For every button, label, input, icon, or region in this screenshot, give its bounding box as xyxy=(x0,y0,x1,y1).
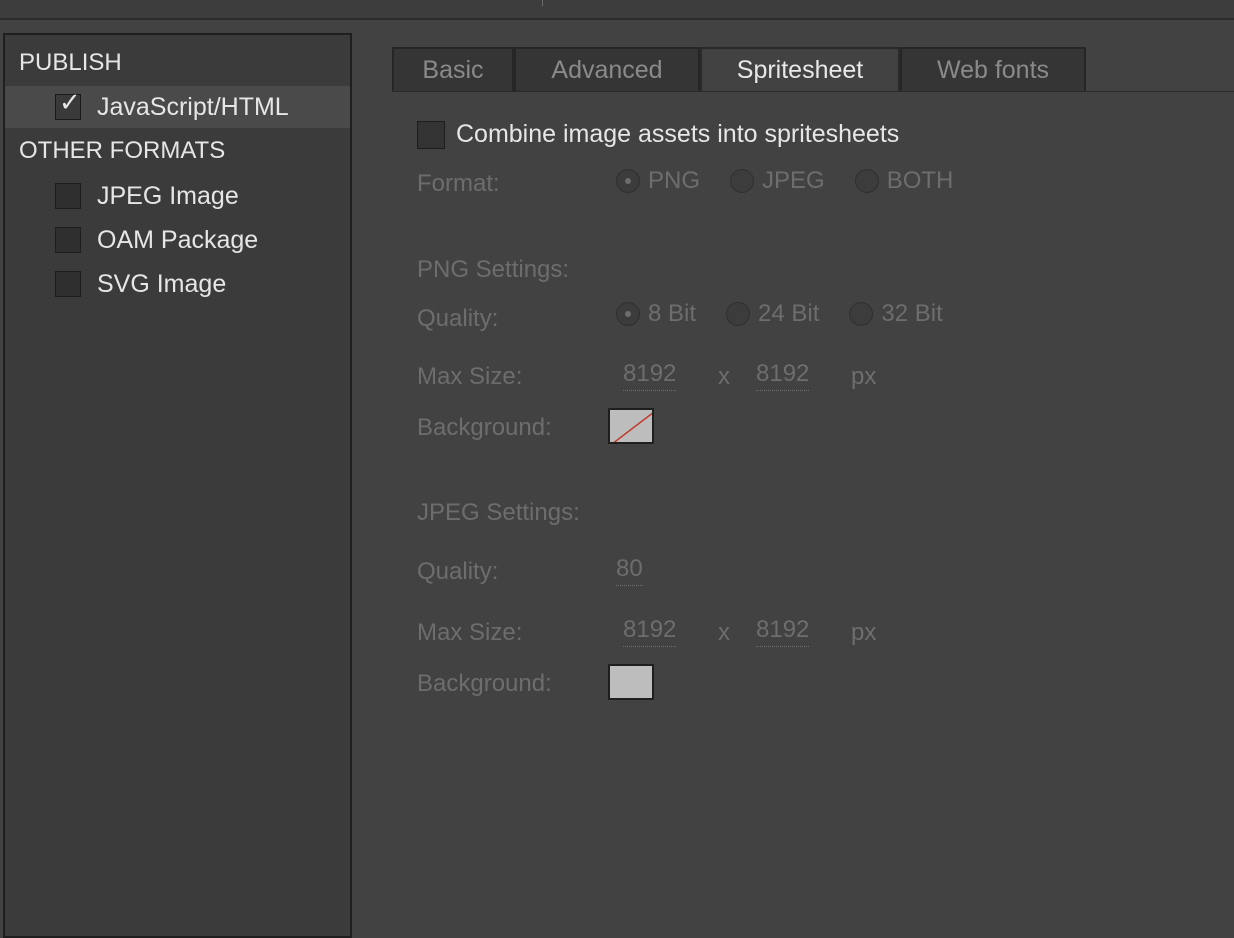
top-bar xyxy=(0,0,1234,20)
radio-button[interactable] xyxy=(616,169,640,193)
sidebar-item-label: OAM Package xyxy=(97,225,259,254)
sidebar-item-oam-package[interactable]: OAM Package xyxy=(55,222,258,258)
checkbox[interactable] xyxy=(55,183,81,209)
radio-label: 8 Bit xyxy=(648,300,697,327)
radio-button[interactable] xyxy=(854,169,879,193)
radio-label: 32 Bit xyxy=(881,300,943,327)
png-quality-radio-group: 8 Bit 24 Bit 32 Bit xyxy=(616,300,973,328)
png-max-width-field[interactable]: 8192 xyxy=(623,360,677,391)
format-both-option[interactable]: BOTH xyxy=(854,167,954,195)
format-jpeg-option[interactable]: JPEG xyxy=(730,167,825,195)
radio-label: 24 Bit xyxy=(758,300,820,327)
png-max-height-field[interactable]: 8192 xyxy=(756,360,810,391)
format-label: Format: xyxy=(417,170,500,197)
times-symbol: x xyxy=(718,619,730,646)
times-symbol: x xyxy=(718,363,730,390)
jpeg-max-size-label: Max Size: xyxy=(417,619,523,646)
sidebar-item-label: SVG Image xyxy=(97,269,227,298)
png-background-label: Background: xyxy=(417,414,552,441)
tab-advanced[interactable]: Advanced xyxy=(514,47,700,91)
checkbox[interactable] xyxy=(55,227,81,253)
jpeg-max-width-field[interactable]: 8192 xyxy=(623,616,677,647)
sidebar-item-label: JavaScript/HTML xyxy=(97,92,289,121)
tab-basic[interactable]: Basic xyxy=(392,47,514,91)
unit-label: px xyxy=(851,363,877,390)
png-quality-label: Quality: xyxy=(417,305,499,332)
transparent-slash-icon xyxy=(613,412,652,442)
radio-button[interactable] xyxy=(730,169,755,193)
sidebar: PUBLISH ✓ JavaScript/HTML OTHER FORMATS … xyxy=(3,33,352,938)
png-settings-heading: PNG Settings: xyxy=(417,256,570,283)
sidebar-item-svg-image[interactable]: SVG Image xyxy=(55,266,226,302)
jpeg-background-label: Background: xyxy=(417,670,552,697)
sidebar-item-label: JPEG Image xyxy=(97,181,239,210)
jpeg-quality-field[interactable]: 80 xyxy=(616,555,643,586)
format-radio-group: PNG JPEG BOTH xyxy=(616,167,983,195)
png-background-swatch[interactable] xyxy=(608,408,654,444)
checkmark-icon: ✓ xyxy=(59,87,81,117)
quality-24bit-option[interactable]: 24 Bit xyxy=(726,300,819,328)
checkbox[interactable]: ✓ xyxy=(55,89,81,120)
combine-label: Combine image assets into spritesheets xyxy=(456,120,900,148)
combine-spritesheets-checkbox[interactable]: Combine image assets into spritesheets xyxy=(417,120,899,149)
radio-label: PNG xyxy=(648,167,701,194)
format-png-option[interactable]: PNG xyxy=(616,167,700,195)
checkbox[interactable] xyxy=(417,120,445,149)
radio-button[interactable] xyxy=(849,302,874,326)
checkbox[interactable] xyxy=(55,271,81,297)
jpeg-background-swatch[interactable] xyxy=(608,664,654,700)
jpeg-max-height-field[interactable]: 8192 xyxy=(756,616,810,647)
radio-label: JPEG xyxy=(762,167,825,194)
publish-heading: PUBLISH xyxy=(19,49,122,76)
quality-32bit-option[interactable]: 32 Bit xyxy=(849,300,943,328)
divider xyxy=(542,0,543,6)
sidebar-item-jpeg-image[interactable]: JPEG Image xyxy=(55,178,239,214)
radio-button[interactable] xyxy=(616,302,640,326)
jpeg-quality-label: Quality: xyxy=(417,558,499,585)
tab-web-fonts[interactable]: Web fonts xyxy=(900,47,1086,91)
png-max-size-label: Max Size: xyxy=(417,363,523,390)
tab-underline xyxy=(392,91,1234,92)
other-formats-heading: OTHER FORMATS xyxy=(19,137,226,164)
radio-button[interactable] xyxy=(726,302,751,326)
tab-spritesheet[interactable]: Spritesheet xyxy=(700,47,900,91)
quality-8bit-option[interactable]: 8 Bit xyxy=(616,300,696,328)
radio-label: BOTH xyxy=(886,167,954,194)
sidebar-item-javascript-html[interactable]: ✓ JavaScript/HTML xyxy=(55,89,289,125)
unit-label: px xyxy=(851,619,877,646)
jpeg-settings-heading: JPEG Settings: xyxy=(417,499,580,526)
